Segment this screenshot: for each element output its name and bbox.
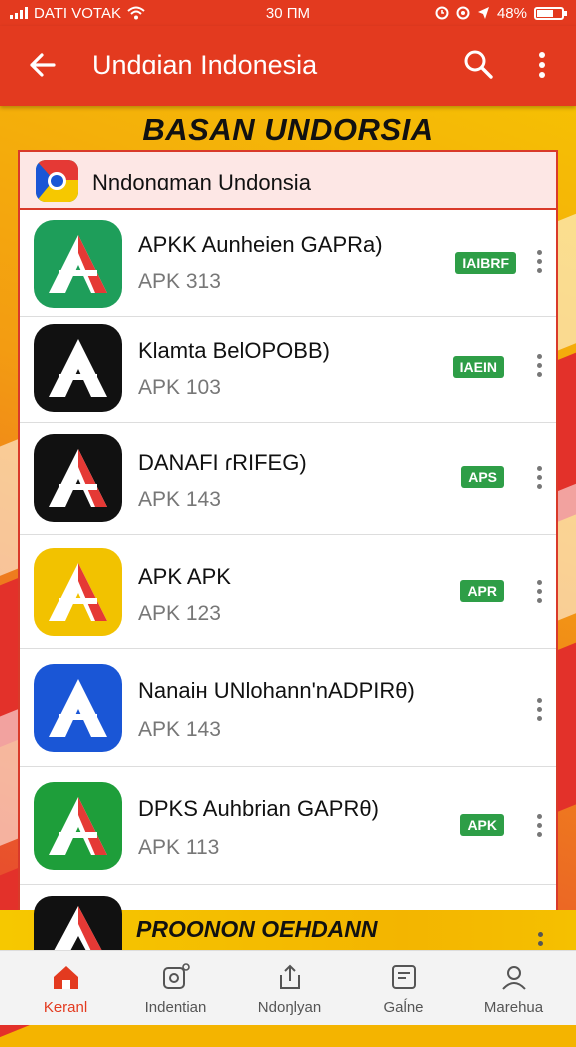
app-list-panel: Nndonɑman Undonsia APKK Aunheien GAPRa) … bbox=[18, 150, 558, 940]
app-list-item[interactable]: APK APK APK 123 APR bbox=[20, 534, 556, 649]
status-bar: DATI VOTAK 30 ПМ 48% bbox=[0, 0, 576, 26]
nav-label: Marehua bbox=[483, 999, 544, 1016]
status-right: 48% bbox=[435, 4, 567, 22]
nav-item-share[interactable]: Ndoŋlyan bbox=[232, 951, 347, 1025]
banner-title: BASAN UNDORSIA bbox=[142, 112, 434, 147]
app-logo-icon bbox=[34, 548, 122, 636]
camera-icon bbox=[162, 963, 190, 989]
app-list-item[interactable]: Nanaiн UNlohann'nADPIRθ) APK 143 bbox=[20, 648, 556, 767]
nav-item-profile[interactable]: Marehua bbox=[456, 951, 571, 1025]
app-name: DANAFI ɾRIFEG) bbox=[138, 450, 307, 475]
nav-label: Indentian bbox=[144, 999, 207, 1016]
item-more-icon[interactable] bbox=[534, 354, 544, 380]
alarm-icon bbox=[435, 6, 449, 20]
app-name: APK APK bbox=[138, 564, 231, 589]
app-badge: APR bbox=[460, 580, 504, 602]
share-icon bbox=[279, 964, 300, 989]
app-name: Klamta BelOPOBB) bbox=[138, 338, 330, 363]
nav-item-home[interactable]: Keranl bbox=[8, 951, 123, 1025]
app-badge: IAIBRF bbox=[455, 252, 516, 274]
nav-item-camera[interactable]: Indentian bbox=[118, 951, 233, 1025]
card-icon bbox=[391, 965, 416, 989]
browser-logo-icon bbox=[36, 160, 78, 202]
back-arrow-icon[interactable] bbox=[26, 48, 60, 82]
app-logo-icon bbox=[34, 220, 122, 308]
search-icon[interactable] bbox=[462, 48, 494, 80]
app-list-item[interactable]: DANAFI ɾRIFEG) APK 143 APS bbox=[20, 422, 556, 535]
item-more-icon[interactable] bbox=[534, 814, 544, 840]
app-logo-icon bbox=[34, 324, 122, 412]
app-version: APK 143 bbox=[138, 718, 221, 741]
app-title: Undɑian Indonesia bbox=[92, 50, 318, 80]
promo-app-icon bbox=[34, 896, 122, 956]
sync-icon bbox=[456, 6, 470, 20]
promo-title: PROONON OEHDANN bbox=[136, 916, 378, 942]
app-list-item[interactable]: Klamta BelOPOBB) APK 103 IAEIN bbox=[20, 316, 556, 423]
home-icon bbox=[53, 966, 78, 989]
promo-more-icon[interactable] bbox=[538, 932, 544, 946]
more-vert-icon[interactable] bbox=[532, 48, 552, 82]
app-version: APK 143 bbox=[138, 488, 221, 511]
app-version: APK 313 bbox=[138, 270, 221, 293]
app-badge: IAEIN bbox=[452, 356, 504, 378]
location-icon bbox=[477, 7, 489, 19]
app-badge: APK bbox=[460, 814, 504, 836]
user-icon bbox=[501, 966, 526, 990]
nav-label: Keranl bbox=[43, 999, 88, 1016]
battery-percent: 48% bbox=[496, 4, 527, 22]
app-badge: APS bbox=[461, 466, 504, 488]
bottom-navigation: Keranl Indentian Ndoŋlyan Gaĺne Marehua bbox=[0, 950, 576, 1025]
app-version: APK 123 bbox=[138, 602, 221, 625]
app-version: APK 113 bbox=[138, 836, 220, 859]
app-name: APKK Aunheien GAPRa) bbox=[138, 232, 383, 257]
nav-label: Ndoŋlyan bbox=[257, 999, 322, 1016]
app-logo-icon bbox=[34, 664, 122, 752]
promo-banner[interactable]: PROONON OEHDANN bbox=[0, 896, 576, 956]
battery-icon bbox=[534, 6, 567, 20]
app-name: DPKS Auhbrian GAPRθ) bbox=[138, 796, 379, 821]
app-version: APK 103 bbox=[138, 376, 221, 399]
item-more-icon[interactable] bbox=[534, 698, 544, 724]
app-name: Nanaiн UNlohann'nADPIRθ) bbox=[138, 678, 415, 703]
app-logo-icon bbox=[34, 434, 122, 522]
item-more-icon[interactable] bbox=[534, 466, 544, 492]
search-input[interactable]: Nndonɑman Undonsia bbox=[92, 170, 311, 196]
nav-item-card[interactable]: Gaĺne bbox=[346, 951, 461, 1025]
item-more-icon[interactable] bbox=[534, 250, 544, 276]
item-more-icon[interactable] bbox=[534, 580, 544, 606]
app-list-item[interactable]: APKK Aunheien GAPRa) APK 313 IAIBRF bbox=[20, 210, 556, 317]
app-logo-icon bbox=[34, 782, 122, 870]
app-bar: Undɑian Indonesia bbox=[0, 26, 576, 106]
app-list-item[interactable]: DPKS Auhbrian GAPRθ) APK 113 APK bbox=[20, 766, 556, 885]
search-bar[interactable]: Nndonɑman Undonsia bbox=[20, 152, 556, 210]
nav-label: Gaĺne bbox=[383, 999, 424, 1016]
